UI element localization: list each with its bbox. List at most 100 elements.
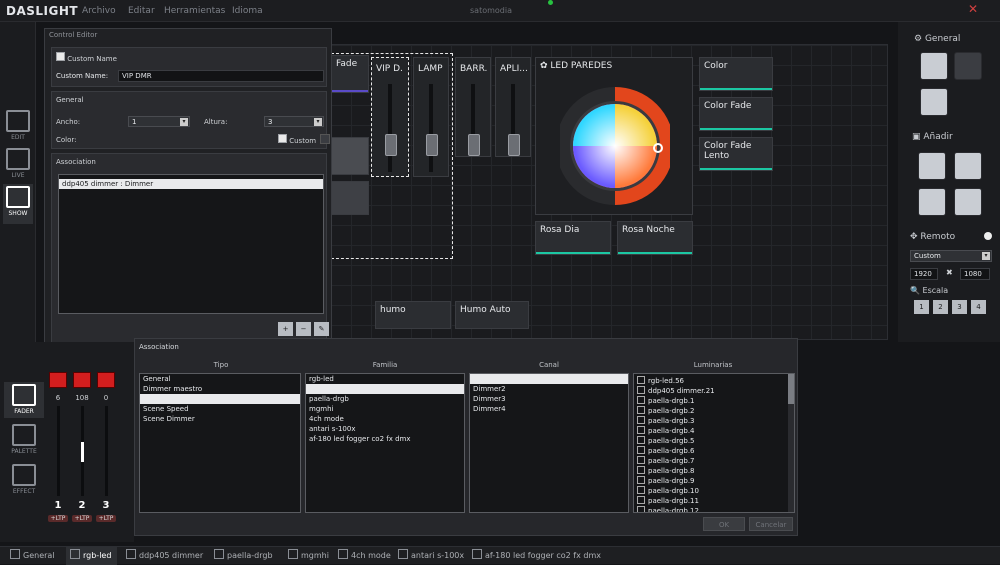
altura-select[interactable]: 3 ▾ [264,116,324,127]
checkbox-icon[interactable] [637,506,645,512]
checkbox-icon[interactable] [637,396,645,404]
list-item[interactable]: paella-drgb.8 [634,466,794,476]
checkbox-icon[interactable] [637,496,645,504]
list-item[interactable]: paella-drgb.7 [634,456,794,466]
list-item[interactable] [140,394,300,404]
channel-slider[interactable] [80,406,84,496]
list-item[interactable]: paella-drgb.5 [634,436,794,446]
tab-rgb-led[interactable]: rgb-led [66,547,118,565]
add-button-play[interactable] [918,152,946,180]
color-wheel-graphic[interactable] [560,78,670,208]
fader-knob[interactable] [468,134,480,156]
remote-width-field[interactable]: 1920 [910,268,938,280]
close-icon[interactable]: ✕ [968,2,984,16]
list-item[interactable]: paella-drgb.1 [634,396,794,406]
list-item[interactable]: ddp405 dimmer : Dimmer [59,179,323,189]
mode-edit-button[interactable]: EDIT [3,108,33,148]
channel-slider-handle[interactable] [80,442,84,462]
list-item[interactable]: paella-drgb.12 [634,506,794,512]
channel-flash-button[interactable] [73,372,91,388]
channel-slider[interactable] [104,406,108,496]
ancho-select[interactable]: 1 ▾ [128,116,190,127]
fader-knob[interactable] [508,134,520,156]
menu-archivo[interactable]: Archivo [82,6,116,16]
checkbox-icon[interactable] [637,376,645,384]
tab-general[interactable]: General [6,547,61,565]
luminarias-scrollbar[interactable] [788,374,794,512]
channel-ltp-button[interactable]: +LTP [96,515,116,522]
list-item[interactable]: af-180 led fogger co2 fx dmx [306,434,464,444]
tab-af-180-led-fogger-co2-fx-dmx[interactable]: af-180 led fogger co2 fx dmx [468,547,607,565]
list-item[interactable]: mgmhi [306,404,464,414]
list-item[interactable]: Dimmer2 [470,384,628,394]
led-paredes-colorwheel[interactable]: ✿ LED PAREDES [535,57,693,215]
list-item[interactable]: paella-drgb [306,394,464,404]
list-item[interactable]: 4ch mode [306,414,464,424]
menu-idioma[interactable]: Idioma [232,6,263,16]
add-button-fader[interactable] [954,152,982,180]
edit-association-button[interactable]: ✎ [314,322,329,336]
channel-ltp-button[interactable]: +LTP [72,515,92,522]
scale-2-button[interactable]: 2 [933,300,948,314]
remote-height-field[interactable]: 1080 [960,268,990,280]
list-item[interactable]: Dimmer maestro [140,384,300,394]
list-item[interactable]: rgb-led [306,374,464,384]
channel-2[interactable]: 108 2 +LTP [72,372,92,542]
channel-1[interactable]: 6 1 +LTP [48,372,68,542]
scale-4-button[interactable]: 4 [971,300,986,314]
palette-tab-button[interactable]: PALETTE [4,422,44,458]
remove-association-button[interactable]: − [296,322,311,336]
tab-mgmhi[interactable]: mgmhi [284,547,335,565]
menu-herramientas[interactable]: Herramientas [164,6,225,16]
humo-auto-button[interactable]: Humo Auto [455,301,529,329]
list-item[interactable]: paella-drgb.2 [634,406,794,416]
familia-list[interactable]: rgb-led paella-drgb mgmhi 4ch mode antari s-… [305,373,465,513]
lock-icon[interactable] [954,52,982,80]
tab-ddp405-dimmer[interactable]: ddp405 dimmer [122,547,209,565]
color-swatch[interactable] [320,134,330,144]
edit-view-button[interactable] [920,52,948,80]
fullscreen-button[interactable] [920,88,948,116]
list-item[interactable]: paella-drgb.3 [634,416,794,426]
fader-knob[interactable] [385,134,397,156]
scrollbar-thumb[interactable] [788,374,794,404]
list-item[interactable]: paella-drgb.4 [634,426,794,436]
custom-name-checkbox[interactable]: Custom Name [56,52,117,63]
custom-name-field[interactable]: VIP DMR [118,70,324,82]
fader-vip[interactable]: VIP D. [371,57,409,177]
scale-1-button[interactable]: 1 [914,300,929,314]
luminarias-list[interactable]: rgb-led.56 ddp405 dimmer.21 paella-drgb.1 p… [633,373,795,513]
cancel-button[interactable]: Cancelar [749,517,793,531]
list-item[interactable] [306,384,464,394]
list-item[interactable]: paella-drgb.6 [634,446,794,456]
list-item[interactable]: Dimmer3 [470,394,628,404]
checkbox-icon[interactable] [637,446,645,454]
channel-3[interactable]: 0 3 +LTP [96,372,116,542]
checkbox-icon[interactable] [637,406,645,414]
list-item[interactable]: paella-drgb.11 [634,496,794,506]
channel-ltp-button[interactable]: +LTP [48,515,68,522]
effect-tab-button[interactable]: EFFECT [4,462,44,498]
checkbox-icon[interactable] [637,476,645,484]
tipo-list[interactable]: General Dimmer maestro Scene Speed Scene Di… [139,373,301,513]
list-item[interactable]: paella-drgb.9 [634,476,794,486]
channel-flash-button[interactable] [49,372,67,388]
mode-show-button[interactable]: SHOW [3,184,33,224]
humo-button[interactable]: humo [375,301,451,329]
canal-list[interactable]: Dimmer2 Dimmer3 Dimmer4 [469,373,629,513]
custom-color-checkbox[interactable]: Custom [278,134,316,145]
rosa-noche-button[interactable]: Rosa Noche [617,221,693,255]
checkbox-icon[interactable] [637,456,645,464]
checkbox-icon[interactable] [637,486,645,494]
fader-tab-button[interactable]: FADER [4,382,44,418]
checkbox-icon[interactable] [637,466,645,474]
fader-apli[interactable]: APLI... [495,57,531,157]
list-item[interactable]: General [140,374,300,384]
remoto-select[interactable]: Custom ▾ [910,250,992,262]
list-item[interactable]: antari s-100x [306,424,464,434]
scale-3-button[interactable]: 3 [952,300,967,314]
add-button-position[interactable] [918,188,946,216]
tab-paella-drgb[interactable]: paella-drgb [210,547,279,565]
list-item[interactable]: paella-drgb.10 [634,486,794,496]
checkbox-icon[interactable] [637,436,645,444]
